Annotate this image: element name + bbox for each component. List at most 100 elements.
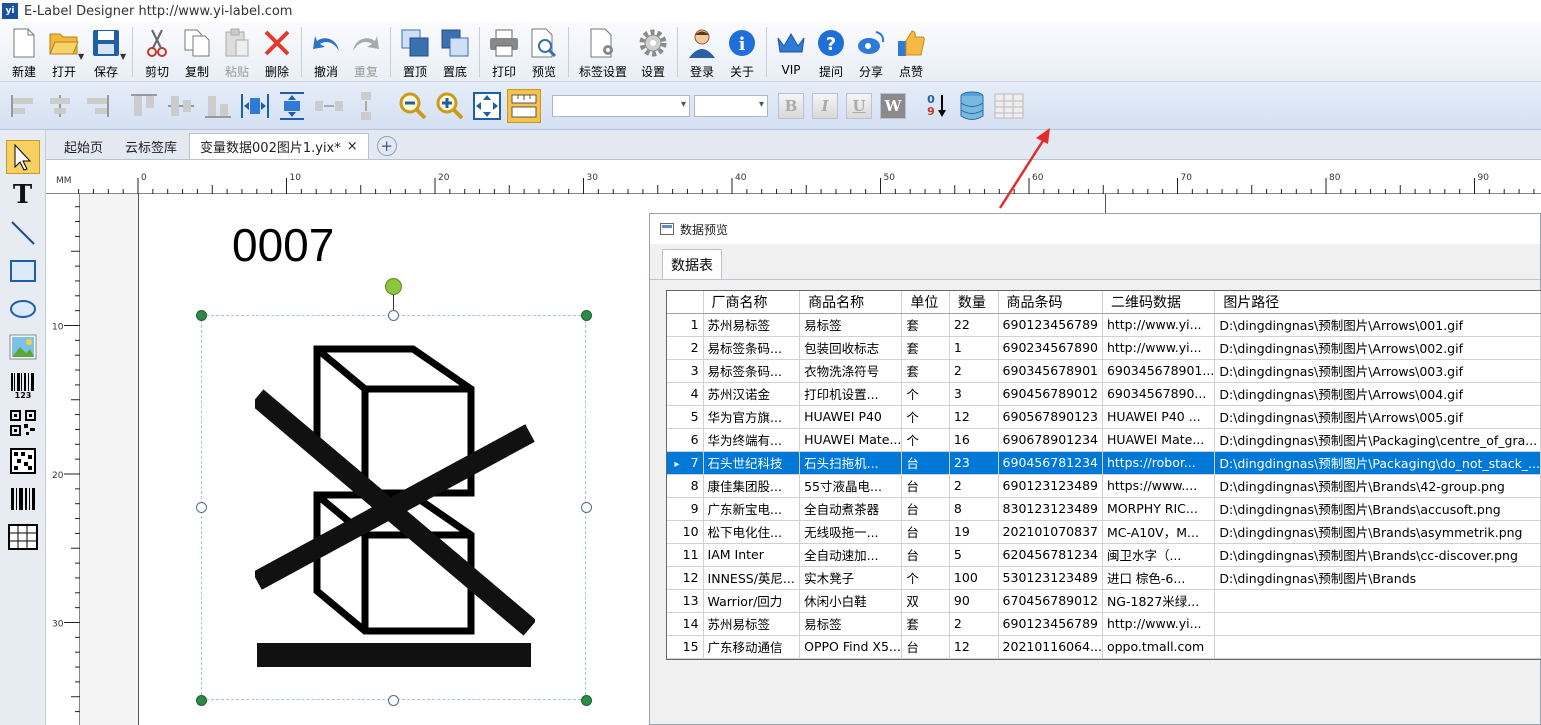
question-button[interactable]: ? 提问 (811, 22, 851, 80)
align-top-icon[interactable] (127, 89, 161, 123)
share-button[interactable]: 分享 (851, 22, 891, 80)
vip-button[interactable]: VIP (771, 22, 811, 80)
align-bottom-icon[interactable] (201, 89, 235, 123)
column-header[interactable]: 图片路径 (1214, 291, 1541, 314)
preview-button[interactable]: 预览 (524, 22, 564, 80)
table-cell[interactable]: 广东新宝电... (703, 497, 801, 521)
table-cell[interactable]: HUAWEI P40 ... (1102, 405, 1216, 429)
cut-button[interactable]: 剪切 (137, 22, 177, 80)
tab-data-table[interactable]: 数据表 (662, 249, 722, 279)
print-button[interactable]: 打印 (484, 22, 524, 80)
row-number[interactable]: 6 (667, 428, 704, 452)
chevron-down-icon[interactable]: ▼ (120, 52, 128, 61)
table-cell[interactable]: 530123123489 (998, 566, 1103, 590)
table-cell[interactable]: 苏州易标签 (703, 612, 801, 636)
row-number[interactable]: 9 (667, 497, 704, 521)
table-cell[interactable]: http://www.yi... (1102, 336, 1216, 360)
table-cell[interactable]: 16 (949, 428, 999, 452)
table-cell[interactable]: 进口 棕色-6... (1102, 566, 1216, 590)
table-cell[interactable]: D:\dingdingnas\预制图片\Brands\accusoft.png (1214, 497, 1541, 521)
table-cell[interactable]: 个 (901, 382, 950, 406)
table-cell[interactable]: https://robor... (1102, 451, 1216, 475)
table-row[interactable]: 1 苏州易标签 易标签套 22 690123456789 http://www.yi...… (667, 313, 1541, 337)
table-cell[interactable]: OPPO Find X5... (799, 635, 903, 659)
table-cell[interactable]: D:\dingdingnas\预制图片\Brands\asymmetrik.pn… (1214, 520, 1541, 544)
send-to-back-button[interactable]: 置底 (435, 22, 475, 80)
table-cell[interactable]: 易标签 (799, 313, 903, 337)
table-cell[interactable]: 台 (901, 451, 950, 475)
table-cell[interactable]: D:\dingdingnas\预制图片\Arrows\002.gif (1214, 336, 1541, 360)
align-center-icon[interactable] (43, 89, 77, 123)
table-row[interactable]: 13 Warrior/回力 休闲小白鞋双 90 670456789012 NG-1827米… (667, 589, 1541, 613)
table-cell[interactable]: 石头扫拖机... (799, 451, 903, 475)
italic-button[interactable]: I (812, 92, 838, 119)
row-number[interactable]: 14 (667, 612, 704, 636)
row-number[interactable]: 15 (667, 635, 704, 659)
table-cell[interactable]: D:\dingdingnas\预制图片\Brands (1214, 566, 1541, 590)
tab-start-page[interactable]: 起始页 (54, 133, 113, 159)
table-cell[interactable]: 松下电化住... (703, 520, 801, 544)
table-row[interactable]: 5 华为官方旗... HUAWEI P40 个 12 690567890123 HUAWEI… (667, 405, 1541, 429)
table-cell[interactable]: D:\dingdingnas\预制图片\Packaging\centre_of_… (1214, 428, 1541, 452)
table-cell[interactable]: 90 (949, 589, 999, 613)
table-cell[interactable]: 台 (901, 520, 950, 544)
table-cell[interactable]: Warrior/回力 (703, 589, 801, 613)
image-tool-icon[interactable] (6, 330, 40, 364)
login-button[interactable]: 登录 (682, 22, 722, 80)
table-cell[interactable]: oppo.tmall.com (1102, 635, 1216, 659)
table-cell[interactable]: D:\dingdingnas\预制图片\Brands\42-group.png (1214, 474, 1541, 498)
column-header[interactable]: 单位 (901, 291, 950, 314)
resize-handle-top-left[interactable] (196, 310, 207, 321)
table-cell[interactable]: 易标签条码... (703, 336, 801, 360)
table-cell[interactable]: 69034567890... (1102, 382, 1216, 406)
table-cell[interactable]: 2 (949, 612, 999, 636)
delete-button[interactable]: 删除 (257, 22, 297, 80)
table-cell[interactable]: MC-A10V，M... (1102, 520, 1216, 544)
table-cell[interactable]: 670456789012 (998, 589, 1103, 613)
table-cell[interactable]: 康佳集团股... (703, 474, 801, 498)
resize-handle-bottom[interactable] (388, 695, 399, 706)
table-cell[interactable]: 全自动速加... (799, 543, 903, 567)
resize-handle-bottom-left[interactable] (196, 695, 207, 706)
redo-button[interactable]: 重复 (346, 22, 386, 80)
table-row[interactable]: 14 苏州易标签 易标签套 2 690123456789 http://www.yi... (667, 612, 1541, 636)
table-cell[interactable]: 无线吸拖一... (799, 520, 903, 544)
table-cell[interactable]: 套 (901, 313, 950, 337)
table-cell[interactable]: 690123123489 (998, 474, 1103, 498)
table-cell[interactable]: 台 (901, 543, 950, 567)
like-button[interactable]: 点赞 (891, 22, 931, 80)
copy-button[interactable]: 复制 (177, 22, 217, 80)
bring-to-front-button[interactable]: 置顶 (395, 22, 435, 80)
add-tab-button[interactable]: + (376, 136, 397, 156)
column-header[interactable]: 商品条码 (998, 291, 1103, 314)
column-header[interactable]: 厂商名称 (703, 291, 801, 314)
table-cell[interactable]: 个 (901, 566, 950, 590)
table-cell[interactable]: 23 (949, 451, 999, 475)
data-table-icon[interactable] (992, 89, 1026, 123)
table-cell[interactable]: D:\dingdingnas\预制图片\Arrows\005.gif (1214, 405, 1541, 429)
table-cell[interactable]: 台 (901, 497, 950, 521)
table-cell[interactable]: 打印机设置... (799, 382, 903, 406)
table-cell[interactable]: D:\dingdingnas\预制图片\Arrows\003.gif (1214, 359, 1541, 383)
chevron-down-icon[interactable]: ▼ (78, 52, 86, 61)
resize-handle-left[interactable] (196, 502, 207, 513)
table-cell[interactable]: 石头世纪科技 (703, 451, 801, 475)
row-number[interactable]: 5 (667, 405, 704, 429)
table-cell[interactable]: HUAWEI P40 (799, 405, 903, 429)
ellipse-tool-icon[interactable] (6, 292, 40, 326)
line-tool-icon[interactable] (6, 216, 40, 250)
distribute-horizontal-icon[interactable] (238, 89, 272, 123)
table-cell[interactable]: 8 (949, 497, 999, 521)
font-family-select[interactable] (552, 94, 690, 117)
table-cell[interactable]: 全自动煮茶器 (799, 497, 903, 521)
table-cell[interactable]: INNESS/英尼... (703, 566, 801, 590)
table-row[interactable]: 8 康佳集团股... 55寸液晶电... 台 2 690123123489 https://… (667, 474, 1541, 498)
resize-handle-top-right[interactable] (581, 310, 592, 321)
table-row[interactable]: 2 易标签条码... 包装回收标志套 1 690234567890 http://www.… (667, 336, 1541, 360)
label-text-object[interactable]: 0007 (232, 218, 334, 272)
table-cell[interactable]: 华为官方旗... (703, 405, 801, 429)
table-cell[interactable]: 100 (949, 566, 999, 590)
table-cell[interactable]: 台 (901, 474, 950, 498)
table-cell[interactable]: HUAWEI Mate... (1102, 428, 1216, 452)
resize-handle-right[interactable] (581, 502, 592, 513)
